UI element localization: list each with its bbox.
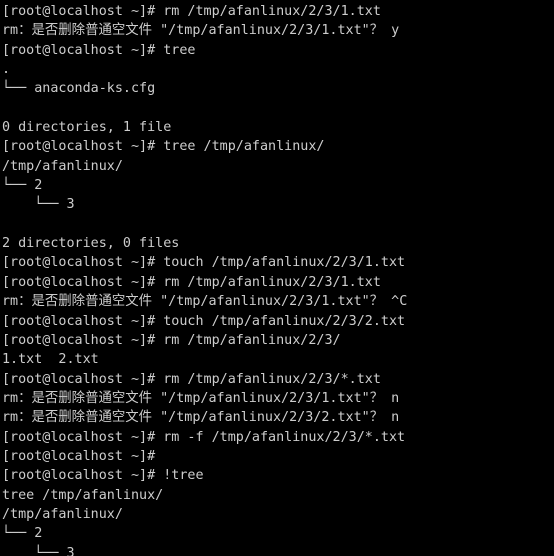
- terminal-line: tree /tmp/afanlinux/: [2, 487, 164, 503]
- terminal-line: [root@localhost ~]# rm /tmp/afanlinux/2/…: [2, 274, 381, 290]
- terminal-line: [root@localhost ~]# rm /tmp/afanlinux/2/…: [2, 371, 381, 387]
- terminal-line: └── 3: [2, 197, 75, 213]
- terminal-line: [root@localhost ~]# !tree: [2, 468, 204, 484]
- terminal-line: └── anaconda-ks.cfg: [2, 81, 156, 97]
- terminal-line: [root@localhost ~]# rm -f /tmp/afanlinux…: [2, 429, 406, 445]
- terminal-line: /tmp/afanlinux/: [2, 506, 123, 522]
- terminal-screen[interactable]: [root@localhost ~]# rm /tmp/afanlinux/2/…: [0, 0, 554, 556]
- terminal-line: 0 directories, 1 file: [2, 120, 172, 136]
- terminal-line: .: [2, 62, 11, 78]
- terminal-line: 2 directories, 0 files: [2, 236, 180, 252]
- terminal-line: [root@localhost ~]# tree /tmp/afanlinux/: [2, 139, 325, 155]
- terminal-line: [root@localhost ~]# tree: [2, 42, 196, 58]
- terminal-line: └── 2: [2, 178, 43, 194]
- terminal-line: /tmp/afanlinux/: [2, 158, 123, 174]
- terminal-line: [root@localhost ~]# rm /tmp/afanlinux/2/…: [2, 4, 381, 19]
- terminal-line: [root@localhost ~]# touch /tmp/afanlinux…: [2, 313, 406, 329]
- terminal-line: [root@localhost ~]# touch /tmp/afanlinux…: [2, 255, 406, 271]
- terminal-line: 1.txt 2.txt: [2, 352, 99, 368]
- terminal-line: rm：是否删除普通空文件 "/tmp/afanlinux/2/3/1.txt"？…: [2, 294, 408, 310]
- terminal-line: [root@localhost ~]#: [2, 448, 156, 464]
- terminal-line: rm：是否删除普通空文件 "/tmp/afanlinux/2/3/1.txt"？…: [2, 390, 400, 406]
- terminal-line: rm：是否删除普通空文件 "/tmp/afanlinux/2/3/1.txt"？…: [2, 23, 400, 39]
- terminal-line: └── 3: [2, 545, 75, 556]
- terminal-line: └── 2: [2, 526, 43, 542]
- terminal-line: rm：是否删除普通空文件 "/tmp/afanlinux/2/3/2.txt"？…: [2, 410, 400, 426]
- terminal-line: [root@localhost ~]# rm /tmp/afanlinux/2/…: [2, 332, 341, 348]
